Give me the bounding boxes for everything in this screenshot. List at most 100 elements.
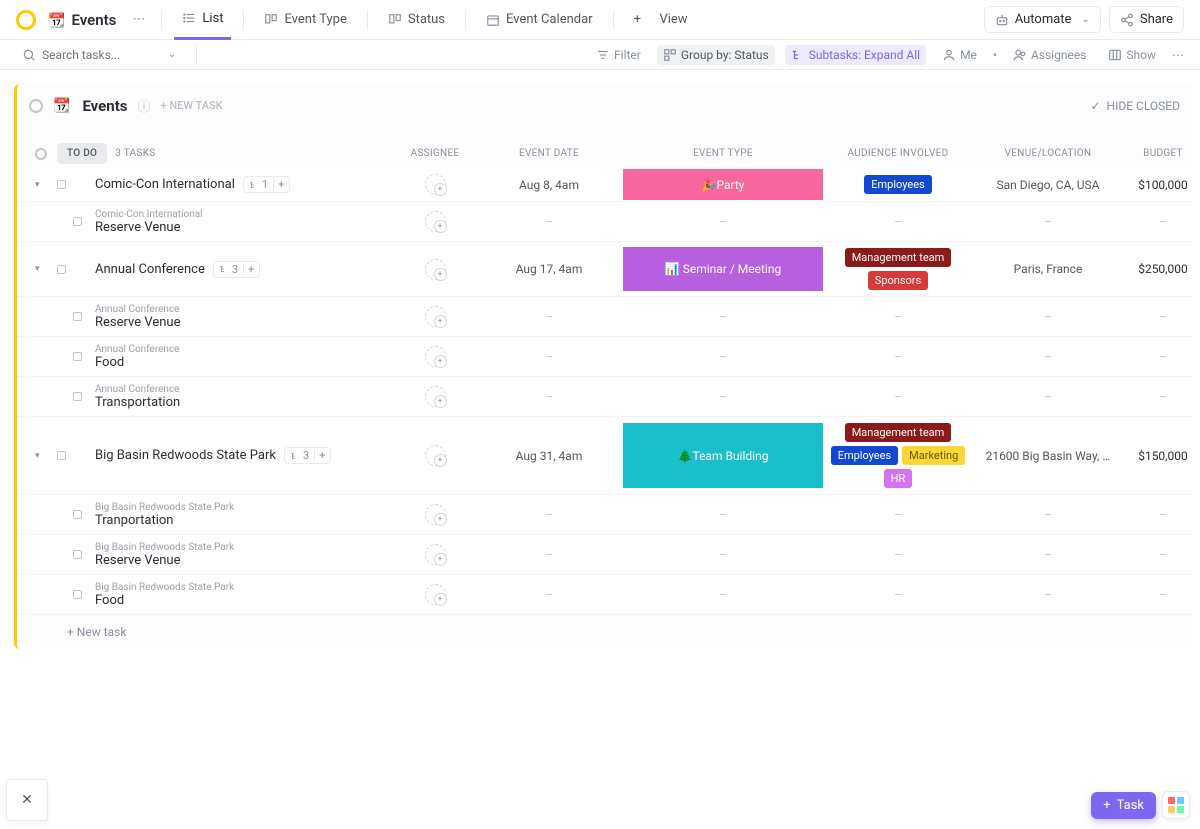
tab-event-calendar[interactable]: Event Calendar [478, 0, 601, 40]
audience-tag[interactable]: Employees [831, 446, 898, 465]
audience-cell[interactable]: Management teamEmployeesMarketingHR [823, 417, 973, 494]
audience-tag[interactable]: Sponsors [868, 271, 928, 290]
audience-cell[interactable]: Management teamSponsors [823, 242, 973, 296]
search-wrap[interactable]: ⌄ [14, 44, 184, 66]
event-type-cell[interactable]: – [623, 548, 823, 562]
event-type-cell[interactable]: – [623, 310, 823, 324]
status-ring-icon[interactable] [29, 99, 43, 113]
subtask-name[interactable]: Big Basin Redwoods State ParkReserve Ven… [95, 538, 395, 572]
select-all-ring[interactable] [35, 148, 47, 160]
status-square[interactable] [57, 180, 66, 189]
event-date-cell[interactable]: – [475, 350, 623, 364]
budget-cell[interactable]: – [1123, 215, 1200, 229]
budget-cell[interactable]: – [1123, 310, 1200, 324]
add-view[interactable]: + View [626, 0, 696, 40]
assignee-cell[interactable] [395, 504, 475, 525]
venue-cell[interactable]: – [973, 310, 1123, 324]
status-square[interactable] [73, 510, 82, 519]
toolbar-more-icon[interactable]: ⋯ [1172, 48, 1184, 62]
event-type-cell[interactable]: 📊 Seminar / Meeting [623, 247, 823, 291]
hide-closed-button[interactable]: ✓HIDE CLOSED [1090, 99, 1180, 113]
subtask-row[interactable]: Comic-Con InternationalReserve Venue – –… [17, 202, 1192, 242]
audience-cell[interactable]: – [823, 215, 973, 229]
assignees-button[interactable]: Assignees [1007, 45, 1092, 65]
assignee-cell[interactable] [395, 174, 475, 195]
task-name[interactable]: Annual Conference 3+ [95, 261, 395, 278]
event-type-cell[interactable]: – [623, 588, 823, 602]
venue-cell[interactable]: – [973, 350, 1123, 364]
audience-cell[interactable]: – [823, 548, 973, 562]
audience-cell[interactable]: – [823, 350, 973, 364]
task-row[interactable]: ▾ Comic-Con International 1+ Aug 8, 4am … [17, 168, 1192, 202]
task-name[interactable]: Comic-Con International 1+ [95, 176, 395, 193]
subtask-count[interactable]: 3+ [284, 447, 331, 464]
assignee-cell[interactable] [395, 445, 475, 466]
assignee-cell[interactable] [395, 544, 475, 565]
budget-cell[interactable]: $150,000 [1123, 449, 1200, 463]
subtask-row[interactable]: Big Basin Redwoods State ParkTranportati… [17, 495, 1192, 535]
audience-cell[interactable]: – [823, 390, 973, 404]
event-date-cell[interactable]: – [475, 588, 623, 602]
venue-cell[interactable]: – [973, 508, 1123, 522]
status-square[interactable] [73, 590, 82, 599]
group-by-button[interactable]: Group by: Status [657, 45, 775, 65]
list-title[interactable]: Events [82, 97, 127, 115]
event-type-cell[interactable]: – [623, 215, 823, 229]
assignee-cell[interactable] [395, 211, 475, 232]
subtask-row[interactable]: Big Basin Redwoods State ParkReserve Ven… [17, 535, 1192, 575]
expand-toggle[interactable]: ▾ [35, 180, 57, 190]
event-date-cell[interactable]: Aug 17, 4am [475, 262, 623, 276]
event-date-cell[interactable]: Aug 8, 4am [475, 178, 623, 192]
audience-tag[interactable]: Marketing [902, 446, 965, 465]
col-audience[interactable]: AUDIENCE INVOLVED [823, 148, 973, 159]
venue-cell[interactable]: – [973, 588, 1123, 602]
share-button[interactable]: Share [1109, 6, 1184, 33]
task-row[interactable]: ▾ Annual Conference 3+ Aug 17, 4am 📊 Sem… [17, 242, 1192, 297]
subtask-name[interactable]: Big Basin Redwoods State ParkTranportati… [95, 498, 395, 532]
search-input[interactable] [42, 48, 162, 62]
event-type-cell[interactable]: – [623, 508, 823, 522]
status-square[interactable] [73, 392, 82, 401]
audience-tag[interactable]: Employees [864, 175, 931, 194]
fab-new-task-button[interactable]: +Task [1091, 792, 1156, 819]
budget-cell[interactable]: – [1123, 548, 1200, 562]
status-square[interactable] [73, 550, 82, 559]
subtask-name[interactable]: Annual ConferenceReserve Venue [95, 300, 395, 334]
venue-cell[interactable]: Paris, France [973, 262, 1123, 276]
assignee-cell[interactable] [395, 346, 475, 367]
assignee-cell[interactable] [395, 584, 475, 605]
subtask-name[interactable]: Annual ConferenceTransportation [95, 380, 395, 414]
assignee-cell[interactable] [395, 259, 475, 280]
event-date-cell[interactable]: – [475, 390, 623, 404]
budget-cell[interactable]: $250,000 [1123, 262, 1200, 276]
automate-button[interactable]: Automate⌄ [984, 6, 1101, 33]
col-event-date[interactable]: EVENT DATE [475, 148, 623, 159]
subtask-name[interactable]: Annual ConferenceFood [95, 340, 395, 374]
venue-cell[interactable]: 21600 Big Basin Way, … [973, 449, 1123, 463]
show-button[interactable]: Show [1102, 45, 1162, 65]
venue-cell[interactable]: – [973, 390, 1123, 404]
info-icon[interactable]: ⓘ [137, 96, 150, 115]
status-square[interactable] [57, 451, 66, 460]
assignee-cell[interactable] [395, 306, 475, 327]
event-type-cell[interactable]: 🎉Party [623, 169, 823, 200]
col-event-type[interactable]: EVENT TYPE [623, 148, 823, 159]
page-title[interactable]: Events [48, 11, 116, 29]
tab-list[interactable]: List [174, 0, 231, 40]
close-toast-button[interactable]: ✕ [6, 779, 48, 821]
task-name[interactable]: Big Basin Redwoods State Park 3+ [95, 447, 395, 464]
status-square[interactable] [73, 217, 82, 226]
subtask-row[interactable]: Annual ConferenceTransportation – – – – … [17, 377, 1192, 417]
add-subtask-button[interactable]: + [243, 263, 254, 276]
status-square[interactable] [73, 352, 82, 361]
status-square[interactable] [73, 312, 82, 321]
budget-cell[interactable]: – [1123, 508, 1200, 522]
subtask-name[interactable]: Comic-Con InternationalReserve Venue [95, 205, 395, 239]
audience-cell[interactable]: – [823, 310, 973, 324]
audience-tag[interactable]: Management team [845, 423, 952, 442]
event-date-cell[interactable]: – [475, 310, 623, 324]
subtask-row[interactable]: Annual ConferenceReserve Venue – – – – – [17, 297, 1192, 337]
col-venue[interactable]: VENUE/LOCATION [973, 148, 1123, 159]
budget-cell[interactable]: – [1123, 350, 1200, 364]
me-button[interactable]: Me [936, 45, 983, 65]
